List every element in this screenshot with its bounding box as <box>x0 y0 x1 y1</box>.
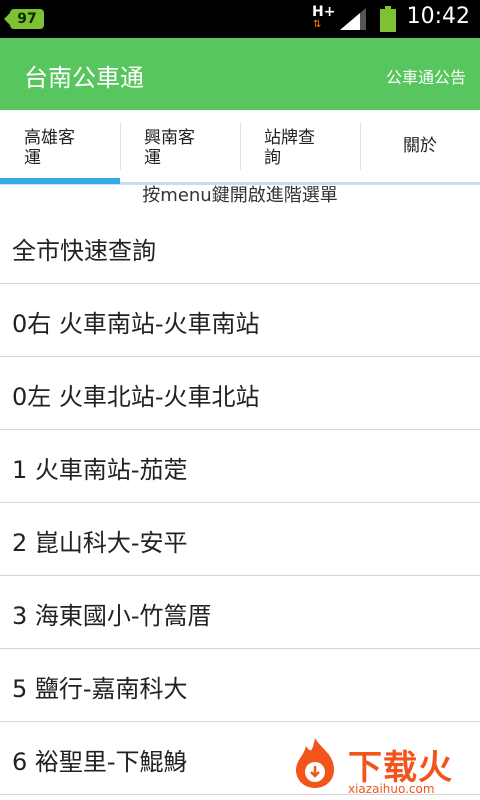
list-item-route[interactable]: 0右 火車南站-火車南站 <box>0 284 480 357</box>
list-item-label: 5 鹽行-嘉南科大 <box>12 675 188 703</box>
tab-label: 興南客 運 <box>144 128 195 168</box>
signal-strength-icon <box>340 8 366 30</box>
tab-label: 高雄客 運 <box>24 128 75 168</box>
list-item-route[interactable]: 1 火車南站-茄萣 <box>0 430 480 503</box>
list-item-label: 1 火車南站-茄萣 <box>12 456 188 484</box>
list-item-route[interactable]: 3 海東國小-竹篙厝 <box>0 576 480 649</box>
watermark-url: xiazaihuo.com <box>348 782 435 796</box>
tab-about[interactable]: 關於 <box>360 110 480 182</box>
battery-icon <box>380 6 396 32</box>
menu-hint: 按menu鍵開啟進階選單 <box>142 185 338 206</box>
tab-bar: 高雄客 運 興南客 運 站牌查 詢 關於 <box>0 110 480 185</box>
network-type-label: H+ <box>312 4 336 20</box>
tab-stop-search[interactable]: 站牌查 詢 <box>240 110 360 182</box>
announcement-button[interactable]: 公車通公告 <box>386 64 466 88</box>
list-item-label: 6 裕聖里-下鯤鯓 <box>12 748 188 776</box>
list-item-label: 0左 火車北站-火車北站 <box>12 383 260 411</box>
list-item-label: 0右 火車南站-火車南站 <box>12 310 260 338</box>
app-title: 台南公車通 <box>24 64 144 92</box>
app-bar: 台南公車通 公車通公告 <box>0 38 480 110</box>
list-item-label: 2 崑山科大-安平 <box>12 529 188 557</box>
list-item-route[interactable]: 0左 火車北站-火車北站 <box>0 357 480 430</box>
tab-label: 關於 <box>403 136 437 156</box>
tab-label: 站牌查 詢 <box>264 128 315 168</box>
list-item-label: 全市快速查詢 <box>12 237 156 265</box>
clock: 10:42 <box>406 4 470 29</box>
tab-kaohsiung-bus[interactable]: 高雄客 運 <box>0 110 120 184</box>
battery-level-badge: 97 <box>4 9 44 29</box>
tab-xingnan-bus[interactable]: 興南客 運 <box>120 110 240 182</box>
list-item-route[interactable]: 5 鹽行-嘉南科大 <box>0 649 480 722</box>
route-list: 全市快速查詢 0右 火車南站-火車南站 0左 火車北站-火車北站 1 火車南站-… <box>0 211 480 795</box>
list-item-route[interactable]: 2 崑山科大-安平 <box>0 503 480 576</box>
list-item-quick-search[interactable]: 全市快速查詢 <box>0 211 480 284</box>
watermark: 下载火 xiazaihuo.com <box>280 730 480 800</box>
data-activity-icon: ⇅ <box>313 19 322 30</box>
flame-logo-icon <box>296 738 334 788</box>
list-item-label: 3 海東國小-竹篙厝 <box>12 602 212 630</box>
status-bar: 97 H+ ⇅ 10:42 <box>0 0 480 38</box>
